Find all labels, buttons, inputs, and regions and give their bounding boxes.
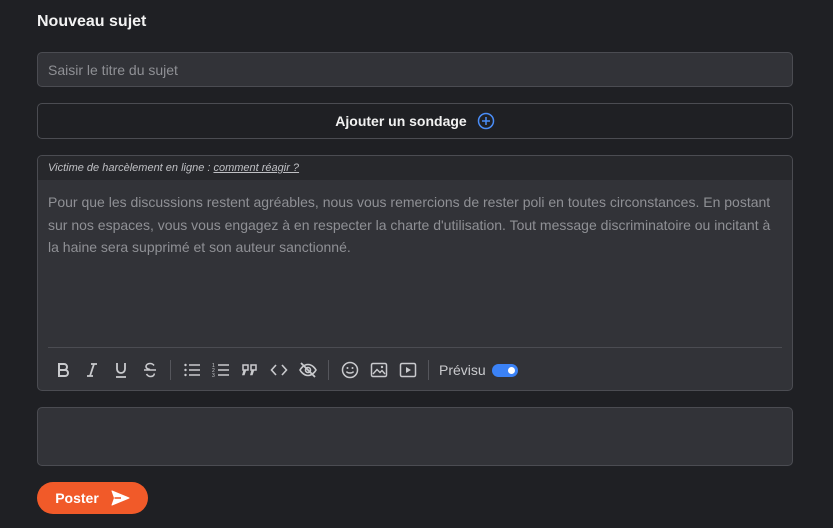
message-textarea[interactable]: Pour que les discussions restent agréabl… [38, 180, 792, 332]
toolbar-divider [170, 360, 171, 380]
bold-icon[interactable] [48, 355, 77, 385]
formatting-toolbar: 123 Prévisu [48, 347, 782, 390]
quote-icon[interactable] [235, 355, 264, 385]
notice-text: Victime de harcèlement en ligne : [48, 162, 211, 174]
code-icon[interactable] [264, 355, 293, 385]
toolbar-divider [328, 360, 329, 380]
numbered-list-icon[interactable]: 123 [206, 355, 235, 385]
message-editor: Victime de harcèlement en ligne : commen… [37, 155, 793, 391]
emoji-icon[interactable] [335, 355, 364, 385]
captcha-area[interactable] [37, 407, 793, 466]
page-title: Nouveau sujet [37, 13, 147, 30]
underline-icon[interactable] [106, 355, 135, 385]
add-poll-label: Ajouter un sondage [335, 113, 467, 129]
add-poll-button[interactable]: Ajouter un sondage [37, 103, 793, 139]
send-icon [111, 490, 130, 506]
preview-toggle[interactable] [491, 363, 518, 377]
toolbar-divider [428, 360, 429, 380]
italic-icon[interactable] [77, 355, 106, 385]
toggle-knob [507, 366, 515, 374]
subject-title-input[interactable] [37, 52, 793, 87]
plus-circle-icon [477, 112, 495, 130]
post-button-label: Poster [55, 490, 99, 506]
post-button[interactable]: Poster [37, 482, 148, 514]
notice-link[interactable]: comment réagir ? [213, 162, 299, 174]
spoiler-icon[interactable] [293, 355, 322, 385]
image-icon[interactable] [364, 355, 393, 385]
harassment-notice: Victime de harcèlement en ligne : commen… [38, 156, 792, 180]
preview-label: Prévisu [439, 362, 486, 378]
bullet-list-icon[interactable] [177, 355, 206, 385]
svg-text:3: 3 [212, 373, 215, 379]
video-icon[interactable] [393, 355, 422, 385]
strikethrough-icon[interactable] [135, 355, 164, 385]
